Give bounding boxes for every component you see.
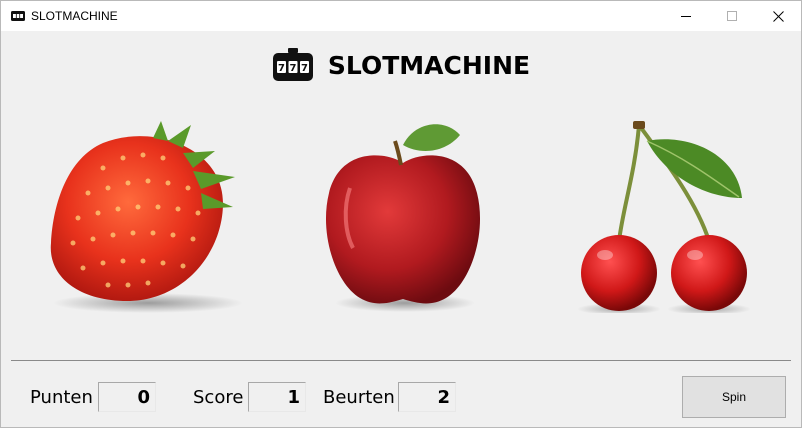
punten-value: 0 — [98, 382, 156, 412]
svg-text:7: 7 — [301, 63, 308, 74]
slot-machine-777-icon: 7 7 7 — [272, 48, 313, 81]
beurten-value: 2 — [398, 382, 456, 412]
spin-button[interactable]: Spin — [682, 376, 786, 418]
punten-label: Punten — [30, 387, 93, 408]
minimize-button[interactable] — [663, 1, 709, 31]
svg-text:7: 7 — [289, 63, 296, 74]
close-icon — [772, 10, 784, 22]
minimize-icon — [681, 16, 691, 17]
title-bar[interactable]: SLOTMACHINE — [1, 1, 801, 31]
slot-machine-app-icon — [11, 11, 25, 21]
divider — [11, 360, 791, 361]
score-value: 1 — [248, 382, 306, 412]
close-button[interactable] — [755, 1, 801, 31]
header: 7 7 7 SLOTMACHINE — [1, 43, 801, 87]
beurten-label: Beurten — [323, 387, 395, 408]
score-label: Score — [193, 387, 244, 408]
apple-icon — [325, 124, 481, 312]
window-title: SLOTMACHINE — [31, 9, 118, 23]
app-window: SLOTMACHINE 7 7 7 SLOTMACHINE Punten 0 S… — [0, 0, 802, 428]
strawberry-icon — [50, 121, 243, 313]
maximize-icon — [727, 11, 737, 21]
app-title: SLOTMACHINE — [327, 50, 531, 80]
svg-text:7: 7 — [278, 63, 285, 74]
maximize-button[interactable] — [709, 1, 755, 31]
cherries-icon — [577, 121, 751, 313]
